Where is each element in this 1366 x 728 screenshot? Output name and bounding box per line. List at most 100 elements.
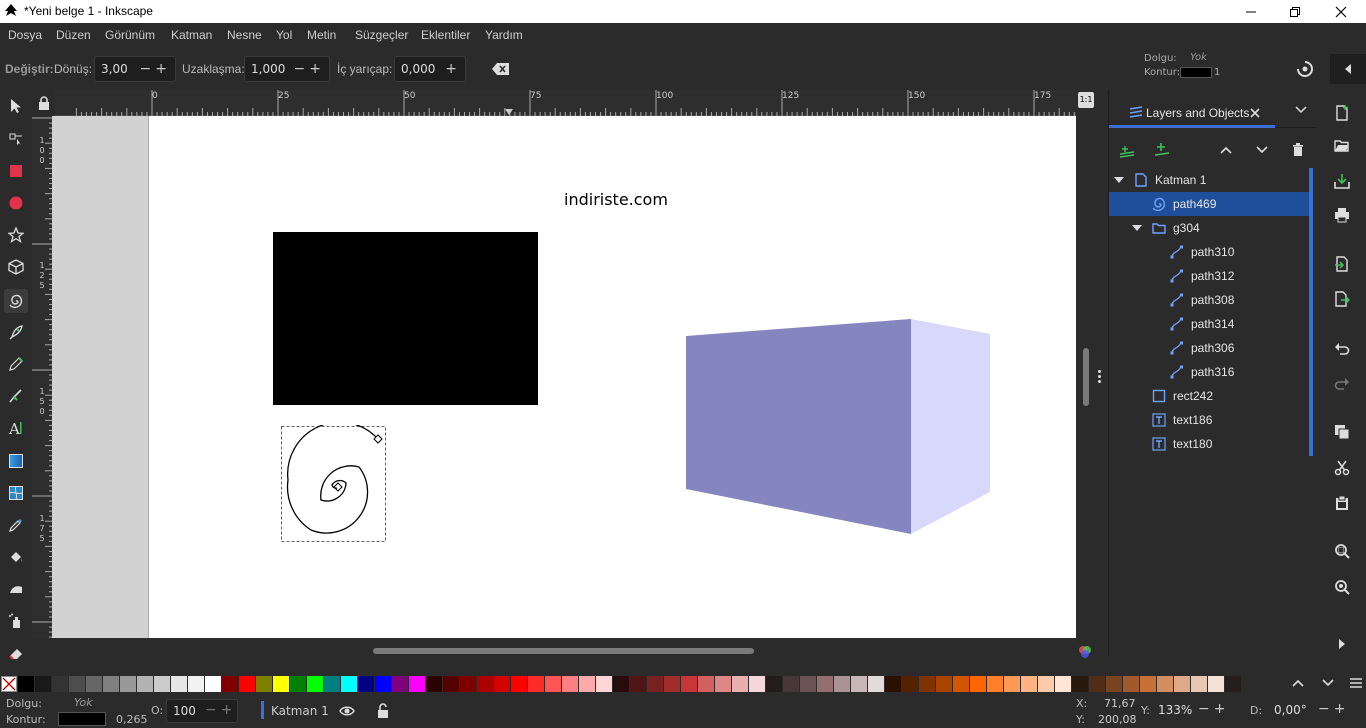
tree-row-path[interactable]: path316: [1109, 360, 1313, 384]
palette-swatch[interactable]: [664, 676, 680, 692]
zoom-drawing-button[interactable]: [1333, 578, 1351, 596]
palette-swatch[interactable]: [613, 676, 629, 692]
palette-swatch[interactable]: [1225, 676, 1241, 692]
guide-lock-icon[interactable]: [38, 96, 50, 110]
palette-swatch[interactable]: [732, 676, 748, 692]
visibility-eye-icon[interactable]: [339, 704, 355, 718]
move-down-icon[interactable]: [1256, 146, 1268, 154]
palette-swatch[interactable]: [137, 676, 153, 692]
palette-swatch[interactable]: [834, 676, 850, 692]
palette-swatch[interactable]: [511, 676, 527, 692]
palette-swatch[interactable]: [375, 676, 391, 692]
palette-swatch[interactable]: [783, 676, 799, 692]
rectangle-object[interactable]: [273, 232, 538, 405]
fill-value[interactable]: Yok: [1190, 52, 1207, 63]
palette-swatch[interactable]: [1021, 676, 1037, 692]
palette-swatch[interactable]: [188, 676, 204, 692]
current-layer[interactable]: Katman 1: [271, 704, 329, 718]
palette-swatch[interactable]: [647, 676, 663, 692]
palette-swatch[interactable]: [1004, 676, 1020, 692]
palette-swatch[interactable]: [18, 676, 34, 692]
undo-button[interactable]: [1333, 339, 1351, 357]
palette-swatch[interactable]: [749, 676, 765, 692]
color-management-icon[interactable]: [1077, 644, 1093, 660]
opacity-stepper-icon[interactable]: −+: [205, 702, 236, 718]
status-stroke-swatch[interactable]: [58, 712, 106, 726]
import-button[interactable]: [1333, 255, 1351, 273]
pen-tool[interactable]: [6, 322, 26, 342]
rectangle-tool[interactable]: [6, 161, 26, 181]
palette-swatch[interactable]: [103, 676, 119, 692]
stroke-swatch[interactable]: [1180, 67, 1212, 78]
palette-swatch[interactable]: [494, 676, 510, 692]
horizontal-scroll-thumb[interactable]: [373, 648, 754, 654]
spiral-object[interactable]: [280, 425, 388, 543]
cut-button[interactable]: [1333, 459, 1351, 477]
palette-swatch[interactable]: [273, 676, 289, 692]
chevron-down-icon[interactable]: [1295, 106, 1307, 114]
palette-swatch[interactable]: [1038, 676, 1054, 692]
menu-object[interactable]: Nesne: [227, 28, 262, 42]
new-document-button[interactable]: [1333, 104, 1351, 122]
print-button[interactable]: [1333, 206, 1351, 224]
palette-scroll-down-icon[interactable]: [1322, 679, 1334, 687]
tab-layers-objects[interactable]: Layers and Objects: [1109, 90, 1275, 128]
palette-swatch[interactable]: [477, 676, 493, 692]
tweak-tool[interactable]: [6, 579, 26, 599]
turns-stepper-icon[interactable]: −+: [140, 61, 171, 77]
palette-swatch[interactable]: [69, 676, 85, 692]
expand-arrow-icon[interactable]: [1132, 225, 1142, 231]
palette-menu-icon[interactable]: [1349, 677, 1363, 689]
palette-swatch[interactable]: [358, 676, 374, 692]
palette-swatch[interactable]: [86, 676, 102, 692]
menu-help[interactable]: Yardım: [485, 28, 523, 42]
canvas[interactable]: indiriste.com: [52, 116, 1076, 638]
tree-row-text[interactable]: text186: [1109, 408, 1313, 432]
palette-swatch[interactable]: [800, 676, 816, 692]
palette-swatch[interactable]: [1055, 676, 1071, 692]
palette-swatch[interactable]: [1072, 676, 1088, 692]
palette-swatch[interactable]: [52, 676, 68, 692]
palette-swatch[interactable]: [1174, 676, 1190, 692]
palette-swatch[interactable]: [1089, 676, 1105, 692]
palette-swatch[interactable]: [1106, 676, 1122, 692]
palette-swatch[interactable]: [1140, 676, 1156, 692]
turns-spinbox[interactable]: 3,00 −+: [94, 56, 176, 82]
inner-radius-spinbox[interactable]: 0,000 +: [394, 56, 466, 82]
close-button[interactable]: [1318, 0, 1364, 23]
snap-popover-button[interactable]: [1330, 54, 1366, 84]
tree-row-path[interactable]: path308: [1109, 288, 1313, 312]
eraser-tool[interactable]: [6, 643, 26, 663]
spiral-tool[interactable]: [4, 289, 28, 313]
palette-swatch[interactable]: [970, 676, 986, 692]
palette-swatch[interactable]: [1123, 676, 1139, 692]
palette-swatch[interactable]: [35, 676, 51, 692]
minimize-button[interactable]: [1228, 0, 1274, 23]
palette-swatch[interactable]: [630, 676, 646, 692]
palette-swatch[interactable]: [851, 676, 867, 692]
no-paint-swatch[interactable]: [1, 676, 17, 692]
palette-swatch[interactable]: [290, 676, 306, 692]
palette-swatch[interactable]: [1208, 676, 1224, 692]
add-layer-icon[interactable]: [1119, 146, 1135, 158]
menu-filters[interactable]: Süzgeçler: [355, 28, 408, 42]
zoom-selection-button[interactable]: [1333, 542, 1351, 560]
inner-radius-stepper-icon[interactable]: +: [445, 61, 461, 77]
palette-swatch[interactable]: [222, 676, 238, 692]
palette-swatch[interactable]: [409, 676, 425, 692]
tree-row-path[interactable]: path312: [1109, 264, 1313, 288]
palette-swatch[interactable]: [766, 676, 782, 692]
horizontal-scrollbar[interactable]: [52, 638, 1076, 664]
status-fill-value[interactable]: Yok: [74, 696, 93, 709]
pencil-tool[interactable]: [6, 354, 26, 374]
palette-swatch[interactable]: [579, 676, 595, 692]
tree-row-path[interactable]: path306: [1109, 336, 1313, 360]
palette-swatch[interactable]: [596, 676, 612, 692]
palette-swatch[interactable]: [817, 676, 833, 692]
horizontal-ruler[interactable]: 0 25 50 75 100 125 150 175: [55, 90, 1076, 116]
expand-arrow-icon[interactable]: [1114, 177, 1124, 183]
rotation-spinbox[interactable]: 0,00° −+: [1264, 699, 1364, 723]
palette-swatch[interactable]: [698, 676, 714, 692]
palette-swatch[interactable]: [1191, 676, 1207, 692]
menu-edit[interactable]: Düzen: [56, 28, 91, 42]
